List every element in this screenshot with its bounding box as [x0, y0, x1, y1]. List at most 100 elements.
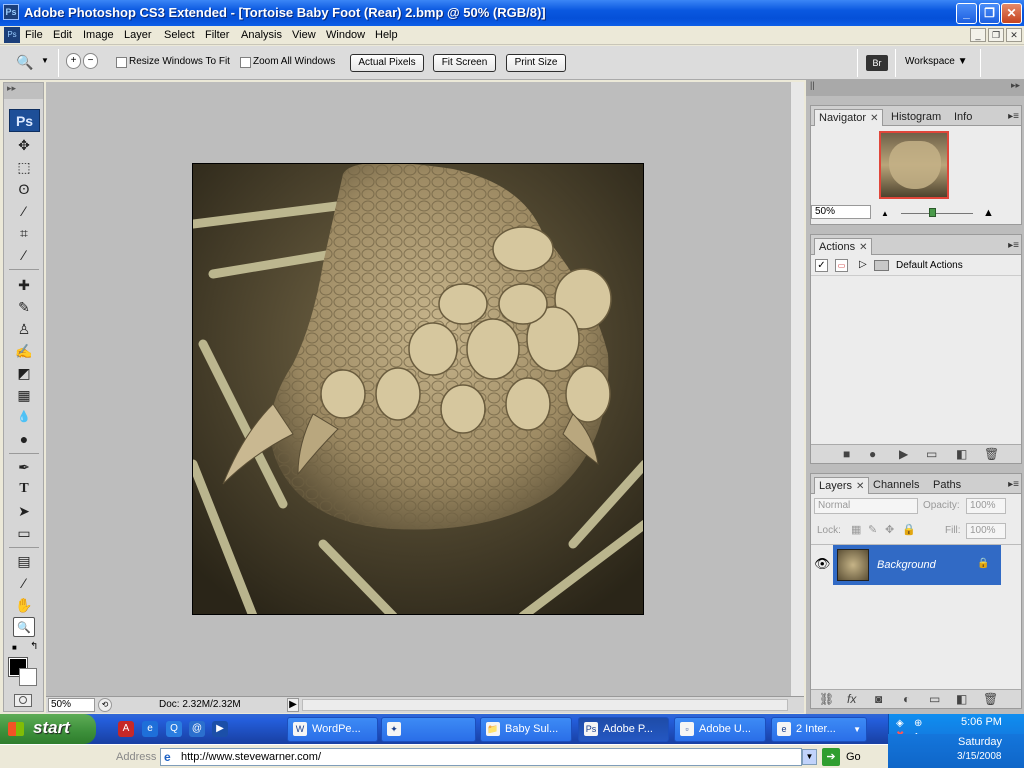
actual-pixels-button[interactable]: Actual Pixels	[350, 54, 424, 72]
menu-file[interactable]: File	[25, 29, 43, 41]
taskbar-button-photoshop[interactable]: Ps Adobe P...	[578, 717, 669, 742]
address-input[interactable]: e http://www.stevewarner.com/	[160, 748, 802, 766]
status-menu-arrow[interactable]: ▶	[287, 698, 299, 712]
lock-all-icon[interactable]: 🔒	[902, 523, 916, 536]
zoom-out-icon[interactable]: −	[83, 53, 98, 69]
start-button[interactable]: start	[0, 714, 96, 744]
panel-menu-icon[interactable]: ▸≡	[1008, 111, 1019, 122]
brush-tool-icon[interactable]: ✎	[13, 297, 35, 317]
move-tool-icon[interactable]: ✥	[13, 135, 35, 155]
tool-preset-dropdown-icon[interactable]: ▼	[41, 56, 49, 65]
delete-icon[interactable]: 🗑	[984, 447, 999, 461]
bridge-icon[interactable]: Br	[866, 55, 888, 71]
lock-position-icon[interactable]: ✥	[885, 523, 894, 536]
globe-tray-icon[interactable]: ⊕	[914, 718, 922, 729]
navigator-slider-thumb[interactable]	[929, 208, 936, 217]
taskbar-button-app[interactable]: ✦	[381, 717, 476, 742]
workspace-menu[interactable]: Workspace ▼	[905, 56, 968, 67]
lasso-tool-icon[interactable]: ʘ	[13, 179, 35, 199]
swap-colors-icon[interactable]: ↰	[30, 641, 38, 652]
quick-mask-icon[interactable]	[14, 694, 32, 707]
fill-field[interactable]: 100%	[966, 523, 1006, 539]
photoshop-logo[interactable]: Ps	[9, 109, 40, 132]
panel-menu-icon[interactable]: ▸≡	[1008, 479, 1019, 490]
resize-windows-checkbox[interactable]	[116, 57, 127, 68]
status-preview-icon[interactable]: ⟲	[98, 698, 112, 712]
eyedropper-tool-icon[interactable]: ⁄	[13, 573, 35, 593]
adjustment-layer-icon[interactable]: ◐	[903, 692, 910, 706]
media-player-quicklaunch-icon[interactable]: ▶	[212, 721, 228, 737]
close-icon[interactable]: ✕	[859, 242, 867, 253]
close-icon[interactable]: ✕	[856, 481, 864, 492]
marquee-tool-icon[interactable]: ⬚	[13, 157, 35, 177]
search-quicklaunch-icon[interactable]: Q	[166, 721, 182, 737]
taskbar-button-wordperfect[interactable]: W WordPe...	[287, 717, 378, 742]
canvas-vertical-scrollbar[interactable]	[790, 82, 804, 696]
delete-layer-icon[interactable]: 🗑	[983, 692, 998, 706]
lock-transparency-icon[interactable]: ▦	[851, 523, 861, 536]
path-selection-tool-icon[interactable]: ➤	[13, 501, 35, 521]
tab-info[interactable]: Info	[950, 109, 976, 126]
healing-brush-tool-icon[interactable]: ✚	[13, 275, 35, 295]
document-ps-icon[interactable]: Ps	[4, 27, 20, 43]
navigator-thumbnail[interactable]	[879, 131, 949, 199]
type-tool-icon[interactable]: T	[13, 479, 35, 499]
doc-close-button[interactable]: ✕	[1006, 28, 1022, 42]
fit-screen-button[interactable]: Fit Screen	[433, 54, 496, 72]
layer-row-background[interactable]: 👁 Background 🔒	[811, 544, 1021, 585]
taskbar-button-folder[interactable]: 📁 Baby Sul...	[480, 717, 572, 742]
zoom-tool-preset-icon[interactable]: 🔍	[16, 54, 33, 71]
zoom-in-icon[interactable]: +	[66, 53, 81, 69]
new-group-icon[interactable]: ▭	[929, 692, 940, 706]
crop-tool-icon[interactable]: ⌗	[13, 223, 35, 243]
doc-minimize-button[interactable]: _	[970, 28, 986, 42]
magic-wand-tool-icon[interactable]: ⁄	[13, 201, 35, 221]
dialog-toggle-icon[interactable]: ▭	[835, 259, 848, 272]
panel-menu-icon[interactable]: ▸≡	[1008, 240, 1019, 251]
layer-name[interactable]: Background	[877, 559, 936, 571]
menu-image[interactable]: Image	[83, 29, 114, 41]
link-layers-icon[interactable]: ⛓	[819, 692, 834, 706]
default-colors-icon[interactable]: ■	[12, 643, 17, 652]
actions-row[interactable]: ✓ ▭ ▷ Default Actions	[811, 256, 1021, 276]
action-toggle-checkbox[interactable]: ✓	[815, 259, 828, 272]
tab-navigator[interactable]: Navigator ✕	[814, 109, 884, 126]
close-icon[interactable]: ✕	[870, 113, 878, 124]
toolbox-grip[interactable]: ▸▸	[4, 83, 43, 99]
taskbar-button-internet-explorer[interactable]: e 2 Inter... ▼	[771, 717, 867, 742]
blend-mode-select[interactable]: Normal	[814, 498, 918, 514]
new-action-icon[interactable]: ◧	[956, 447, 967, 461]
tab-paths[interactable]: Paths	[929, 477, 965, 494]
tab-layers[interactable]: Layers ✕	[814, 477, 870, 494]
gradient-tool-icon[interactable]: ▦	[13, 385, 35, 405]
maximize-button[interactable]: ❐	[979, 3, 1000, 24]
zoom-out-small-icon[interactable]: ▲	[881, 209, 889, 218]
tortoise-foot-image[interactable]	[192, 163, 644, 615]
zoom-all-checkbox[interactable]	[240, 57, 251, 68]
close-button[interactable]: ✕	[1001, 3, 1022, 24]
dodge-tool-icon[interactable]: ●	[13, 429, 35, 449]
navigator-zoom-field[interactable]: 50%	[811, 205, 871, 219]
clock-time[interactable]: 5:06 PM	[961, 716, 1002, 728]
record-icon[interactable]: ●	[869, 447, 876, 461]
menu-window[interactable]: Window	[326, 29, 365, 41]
visibility-eye-icon[interactable]: 👁	[814, 556, 831, 572]
address-dropdown-icon[interactable]: ▼	[802, 749, 817, 765]
ie-quicklaunch-icon[interactable]: e	[142, 721, 158, 737]
hand-tool-icon[interactable]: ✋	[13, 595, 35, 615]
tab-histogram[interactable]: Histogram	[887, 109, 945, 126]
menu-filter[interactable]: Filter	[205, 29, 229, 41]
new-set-icon[interactable]: ▭	[926, 447, 937, 461]
layer-style-icon[interactable]: fx	[847, 692, 856, 706]
stop-icon[interactable]: ■	[843, 447, 850, 461]
slice-tool-icon[interactable]: ∕	[13, 245, 35, 265]
new-layer-icon[interactable]: ◧	[956, 692, 967, 706]
menu-analysis[interactable]: Analysis	[241, 29, 282, 41]
document-canvas[interactable]	[46, 82, 804, 696]
acrobat-quicklaunch-icon[interactable]: A	[118, 721, 134, 737]
network-tray-icon[interactable]: ◈	[896, 718, 904, 729]
outlook-quicklaunch-icon[interactable]: @	[189, 721, 205, 737]
menu-select[interactable]: Select	[164, 29, 195, 41]
navigator-zoom-slider[interactable]	[901, 213, 973, 214]
blur-tool-icon[interactable]: 💧	[13, 407, 35, 427]
